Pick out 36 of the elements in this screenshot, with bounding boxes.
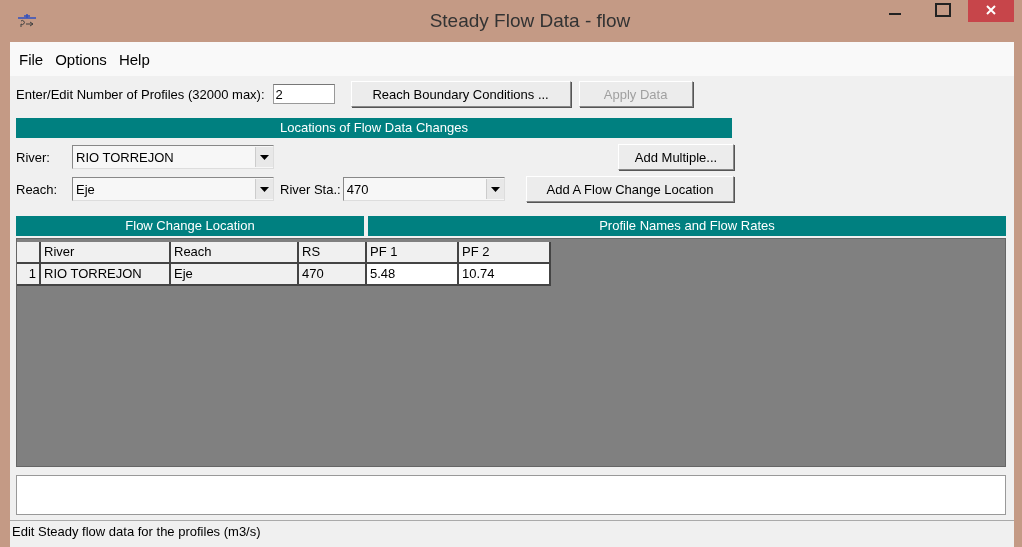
river-station-label: River Sta.:	[280, 181, 341, 197]
window-title: Steady Flow Data - flow	[428, 10, 632, 32]
corner-cell	[17, 242, 41, 264]
menu-item[interactable]: Help	[113, 48, 155, 70]
menu-item[interactable]: Options	[50, 48, 112, 70]
profiles-field[interactable]: 2	[272, 84, 335, 104]
caret-icon	[490, 186, 500, 192]
row-number: 1	[17, 264, 41, 286]
table-cell: 470	[299, 264, 367, 286]
status-bar: Edit Steady flow data for the profiles (m3/s)	[10, 520, 1014, 543]
menu-item[interactable]: File	[14, 48, 49, 70]
section-header: Locations of Flow Data Changes	[16, 118, 732, 138]
column-header: Reach	[171, 242, 299, 264]
column-header: PF 1	[367, 242, 459, 264]
river-dropdown[interactable]: RIO TORREJON	[72, 145, 274, 169]
table-group-header: Profile Names and Flow Rates	[368, 216, 1006, 236]
caret-icon	[260, 154, 269, 160]
column-header: River	[41, 242, 171, 264]
reach-dropdown[interactable]: Eje	[72, 177, 274, 201]
reach-label: Reach:	[16, 181, 59, 197]
toolbar-button[interactable]: Reach Boundary Conditions ...	[350, 81, 571, 107]
column-header: RS	[299, 242, 367, 264]
add-location-button[interactable]: Add A Flow Change Location	[526, 176, 734, 202]
table-group-header: Flow Change Location	[16, 216, 364, 236]
river-station-dropdown[interactable]: 470	[342, 177, 505, 201]
table-cell[interactable]: 5.48	[367, 264, 459, 286]
close-icon[interactable]	[968, 0, 1014, 22]
table-cell: Eje	[171, 264, 299, 286]
column-header: PF 2	[459, 242, 551, 264]
table-cell: RIO TORREJON	[41, 264, 171, 286]
app-icon	[16, 13, 38, 29]
river-label: River:	[16, 149, 51, 165]
profiles-label: Enter/Edit Number of Profiles (32000 max):	[16, 86, 265, 102]
caret-icon	[260, 186, 269, 192]
table-cell[interactable]: 10.74	[459, 264, 551, 286]
add-multiple-button[interactable]: Add Multiple...	[618, 144, 734, 170]
